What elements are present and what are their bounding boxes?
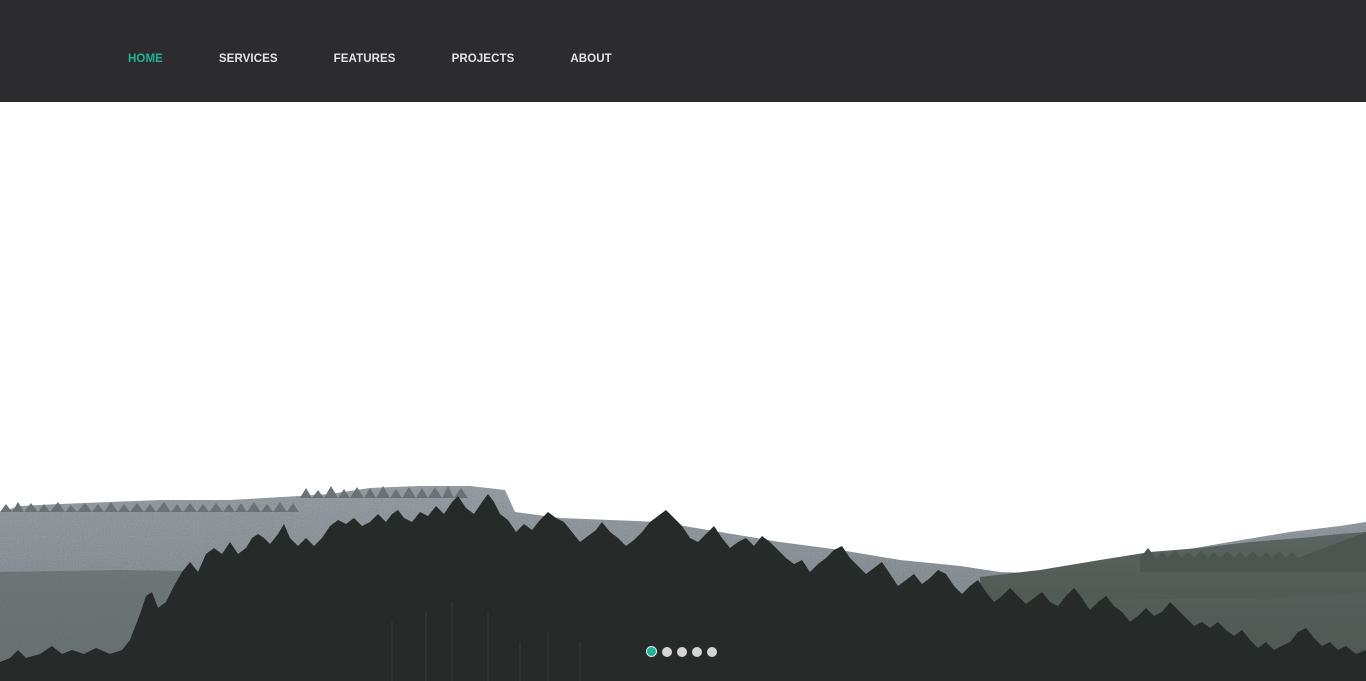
slide-dot-2[interactable]: [662, 646, 672, 657]
slide-dot-1[interactable]: [646, 646, 657, 657]
nav-item-home[interactable]: HOME: [128, 52, 163, 66]
forest-hills-image: [0, 486, 1366, 681]
nav-item-about[interactable]: ABOUT: [570, 52, 611, 66]
hero-slider: [0, 102, 1366, 681]
slider-dots: [646, 646, 722, 657]
site-header: HOME SERVICES FEATURES PROJECTS ABOUT: [0, 0, 1366, 102]
nav-item-features[interactable]: FEATURES: [334, 52, 396, 66]
slide-dot-4[interactable]: [692, 646, 702, 657]
slide-dot-5[interactable]: [707, 646, 717, 657]
nav-item-projects[interactable]: PROJECTS: [452, 52, 515, 66]
nav-item-services[interactable]: SERVICES: [219, 52, 278, 66]
slide-dot-3[interactable]: [677, 646, 687, 657]
main-nav: HOME SERVICES FEATURES PROJECTS ABOUT: [128, 52, 668, 66]
